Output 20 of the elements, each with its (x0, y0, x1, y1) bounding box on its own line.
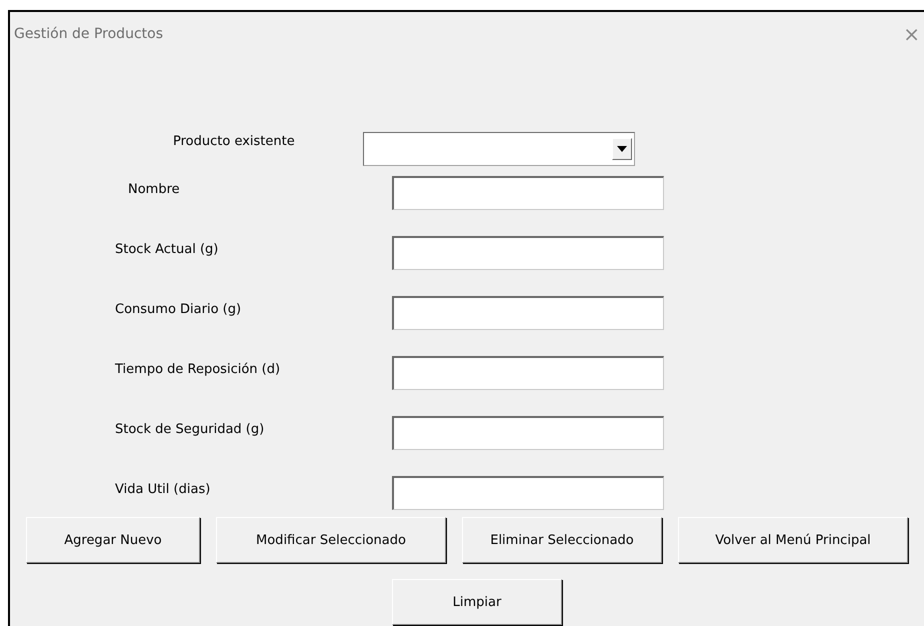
product-dropdown[interactable] (362, 132, 635, 166)
input-field[interactable] (392, 176, 664, 210)
action-button[interactable]: Volver al Menú Principal (678, 517, 908, 563)
field-label: Vida Util (dias) (115, 481, 212, 497)
field-label: Consumo Diario (g) (115, 301, 242, 317)
input-field[interactable] (392, 416, 664, 450)
field-label: Nombre (127, 181, 181, 197)
action-button[interactable]: Agregar Nuevo (26, 517, 200, 563)
window-title: Gestión de Productos (14, 26, 163, 42)
action-button[interactable]: Modificar Seleccionado (216, 517, 446, 563)
field-label: Stock Actual (g) (115, 241, 220, 257)
field-label: Stock de Seguridad (g) (115, 421, 266, 437)
field-label: Producto existente (173, 133, 295, 149)
input-field[interactable] (392, 296, 664, 330)
field-label: Tiempo de Reposición (d) (115, 361, 282, 377)
input-field[interactable] (392, 236, 664, 270)
input-field[interactable] (392, 476, 664, 510)
action-button[interactable]: Eliminar Seleccionado (462, 517, 662, 563)
clear-button[interactable]: Limpiar (392, 579, 562, 625)
input-field[interactable] (392, 356, 664, 390)
